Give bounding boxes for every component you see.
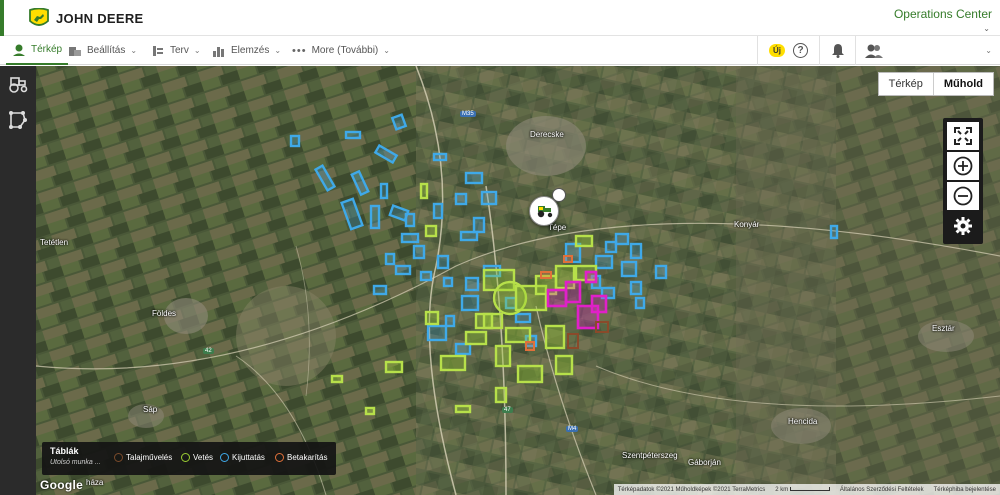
nav-label-analyze: Elemzés bbox=[231, 45, 270, 56]
more-dots-icon: ••• bbox=[292, 44, 307, 57]
tractor-icon bbox=[537, 206, 553, 218]
map-type-satellite[interactable]: Műhold bbox=[932, 73, 993, 95]
legend-item-application: Kijuttatás bbox=[220, 453, 265, 462]
bell-icon bbox=[831, 44, 844, 58]
left-toolbar bbox=[0, 66, 36, 495]
seeding-dot-icon bbox=[181, 453, 190, 462]
attribution-data: Térképadatok ©2021 Műholdképek ©2021 Ter… bbox=[617, 486, 766, 493]
user-menu-button[interactable]: ⌄ bbox=[855, 36, 1000, 65]
gear-icon bbox=[954, 217, 972, 235]
john-deere-logo[interactable]: JOHN DEERE bbox=[28, 8, 144, 28]
field-boundary-button[interactable] bbox=[6, 108, 30, 132]
zoom-out-button[interactable] bbox=[947, 182, 979, 210]
road-shield: 42 bbox=[203, 348, 214, 354]
nav-label-setup: Beállítás bbox=[87, 45, 126, 56]
help-icon[interactable]: ? bbox=[793, 43, 808, 58]
map-canvas[interactable]: Derecske Tetétlen Konyár Földes Esztár S… bbox=[36, 66, 1000, 495]
map-controls bbox=[943, 118, 983, 244]
direction-marker-icon[interactable] bbox=[552, 188, 566, 202]
place-label: Tetétlen bbox=[40, 238, 69, 247]
scale-label: 2 km bbox=[775, 486, 789, 493]
product-name[interactable]: Operations Center bbox=[894, 7, 992, 21]
road-shield: M35 bbox=[460, 111, 476, 117]
boundary-polygon-icon bbox=[9, 111, 27, 129]
plus-circle-icon bbox=[953, 156, 973, 176]
legend-item-harvest: Betakarítás bbox=[275, 453, 327, 462]
place-label: Konyár bbox=[734, 220, 760, 229]
main-nav: Térkép Beállítás ⌄ Terv ⌄ Elemzés ⌄ ••• … bbox=[0, 36, 1000, 65]
new-badge[interactable]: Új bbox=[769, 44, 785, 57]
equipment-button[interactable] bbox=[6, 72, 30, 96]
fields-legend: Táblák Utolsó munka ... Talajművelés Vet… bbox=[42, 442, 336, 475]
chevron-down-icon: ⌄ bbox=[383, 46, 390, 55]
nav-label-map: Térkép bbox=[31, 44, 63, 55]
nav-item-plan[interactable]: Terv ⌄ bbox=[151, 36, 201, 65]
brand-name: JOHN DEERE bbox=[56, 10, 144, 26]
minus-circle-icon bbox=[953, 186, 973, 206]
map-settings-button[interactable] bbox=[947, 212, 979, 240]
map-pin-icon bbox=[13, 44, 25, 56]
top-bar: JOHN DEERE Operations Center ⌄ bbox=[0, 0, 1000, 36]
legend-label: Betakarítás bbox=[287, 453, 328, 462]
legend-title: Táblák bbox=[50, 446, 79, 456]
nav-label-more: More (További) bbox=[311, 45, 379, 56]
scale-control[interactable]: 2 km bbox=[775, 487, 830, 493]
satellite-imagery bbox=[36, 66, 1000, 495]
road-shield: M4 bbox=[566, 426, 579, 432]
users-icon bbox=[865, 44, 883, 58]
legend-label: Talajművelés bbox=[126, 453, 173, 462]
plan-icon bbox=[153, 45, 163, 56]
road-shield: 47 bbox=[502, 407, 513, 413]
legend-item-seeding: Vetés bbox=[181, 453, 213, 462]
google-logo: Google bbox=[40, 478, 84, 492]
chevron-down-icon: ⌄ bbox=[985, 46, 992, 55]
place-label: háza bbox=[86, 478, 104, 487]
place-label: Esztár bbox=[932, 324, 955, 333]
nav-label-plan: Terv bbox=[170, 45, 189, 56]
chevron-down-icon: ⌄ bbox=[193, 46, 201, 55]
place-label: Hencida bbox=[788, 417, 818, 426]
brand-strip bbox=[0, 0, 4, 36]
scale-bar bbox=[789, 486, 830, 491]
report-error-link[interactable]: Térképhiba bejelentése bbox=[934, 487, 996, 493]
nav-item-analyze[interactable]: Elemzés ⌄ bbox=[212, 36, 281, 65]
legend-label: Kijuttatás bbox=[232, 453, 265, 462]
nav-item-setup[interactable]: Beállítás ⌄ bbox=[68, 36, 137, 65]
setup-icon bbox=[69, 46, 81, 56]
legend-item-tillage: Talajművelés bbox=[114, 453, 172, 462]
place-label: Sáp bbox=[143, 405, 158, 414]
fullscreen-icon bbox=[954, 127, 972, 145]
map-attribution: Térképadatok ©2021 Műholdképek ©2021 Ter… bbox=[613, 484, 1000, 495]
legend-subtitle[interactable]: Utolsó munka ... bbox=[50, 459, 101, 466]
map-type-map[interactable]: Térkép bbox=[879, 73, 933, 95]
org-chevron-down-icon[interactable]: ⌄ bbox=[983, 24, 990, 33]
fullscreen-button[interactable] bbox=[947, 122, 979, 150]
whats-new-help-group: Új ? bbox=[757, 36, 819, 65]
harvest-dot-icon bbox=[275, 453, 284, 462]
deer-logo-icon bbox=[29, 8, 49, 26]
terms-link[interactable]: Általános Szerződési Feltételek bbox=[840, 487, 924, 493]
chevron-down-icon: ⌄ bbox=[274, 46, 282, 55]
place-label: Derecske bbox=[530, 130, 564, 139]
place-label: Gáborján bbox=[688, 458, 721, 467]
nav-item-map[interactable]: Térkép bbox=[6, 36, 69, 65]
legend-label: Vetés bbox=[193, 453, 214, 462]
place-label: Földes bbox=[152, 309, 177, 318]
map-type-toggle: Térkép Műhold bbox=[877, 72, 994, 96]
bar-chart-icon bbox=[213, 46, 224, 57]
notifications-button[interactable] bbox=[819, 36, 855, 65]
tractor-icon bbox=[9, 77, 28, 93]
place-label: Szentpéterszeg bbox=[622, 451, 678, 460]
tillage-dot-icon bbox=[114, 453, 123, 462]
zoom-in-button[interactable] bbox=[947, 152, 979, 180]
chevron-down-icon: ⌄ bbox=[130, 46, 138, 55]
application-dot-icon bbox=[220, 453, 229, 462]
nav-item-more[interactable]: ••• More (További) ⌄ bbox=[292, 36, 390, 65]
